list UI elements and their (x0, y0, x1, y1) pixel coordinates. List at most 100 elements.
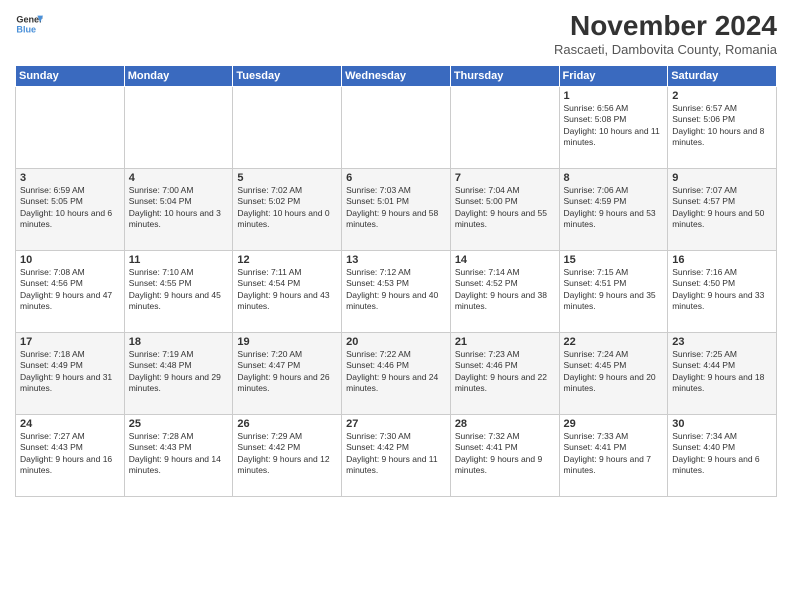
day-number: 13 (346, 254, 446, 266)
page: General Blue November 2024 Rascaeti, Dam… (0, 0, 792, 612)
day-number: 19 (237, 336, 337, 348)
day-number: 15 (564, 254, 664, 266)
calendar-cell: 29Sunrise: 7:33 AMSunset: 4:41 PMDayligh… (559, 415, 668, 497)
day-info: Sunrise: 7:10 AMSunset: 4:55 PMDaylight:… (129, 267, 229, 313)
calendar-row-2: 10Sunrise: 7:08 AMSunset: 4:56 PMDayligh… (16, 251, 777, 333)
calendar-cell (342, 87, 451, 169)
day-number: 21 (455, 336, 555, 348)
day-info: Sunrise: 7:11 AMSunset: 4:54 PMDaylight:… (237, 267, 337, 313)
day-number: 16 (672, 254, 772, 266)
calendar-cell: 21Sunrise: 7:23 AMSunset: 4:46 PMDayligh… (450, 333, 559, 415)
day-number: 18 (129, 336, 229, 348)
day-info: Sunrise: 7:06 AMSunset: 4:59 PMDaylight:… (564, 185, 664, 231)
calendar-cell: 24Sunrise: 7:27 AMSunset: 4:43 PMDayligh… (16, 415, 125, 497)
day-info: Sunrise: 7:22 AMSunset: 4:46 PMDaylight:… (346, 349, 446, 395)
day-info: Sunrise: 7:28 AMSunset: 4:43 PMDaylight:… (129, 431, 229, 477)
day-info: Sunrise: 6:56 AMSunset: 5:08 PMDaylight:… (564, 103, 664, 149)
logo-icon: General Blue (15, 10, 43, 38)
day-number: 17 (20, 336, 120, 348)
weekday-header-row: Sunday Monday Tuesday Wednesday Thursday… (16, 66, 777, 87)
day-info: Sunrise: 7:29 AMSunset: 4:42 PMDaylight:… (237, 431, 337, 477)
calendar-cell (16, 87, 125, 169)
calendar-cell: 16Sunrise: 7:16 AMSunset: 4:50 PMDayligh… (668, 251, 777, 333)
header-thursday: Thursday (450, 66, 559, 87)
day-info: Sunrise: 7:23 AMSunset: 4:46 PMDaylight:… (455, 349, 555, 395)
calendar-row-4: 24Sunrise: 7:27 AMSunset: 4:43 PMDayligh… (16, 415, 777, 497)
day-number: 29 (564, 418, 664, 430)
calendar-table: Sunday Monday Tuesday Wednesday Thursday… (15, 65, 777, 497)
calendar-cell: 5Sunrise: 7:02 AMSunset: 5:02 PMDaylight… (233, 169, 342, 251)
calendar-cell: 4Sunrise: 7:00 AMSunset: 5:04 PMDaylight… (124, 169, 233, 251)
day-number: 25 (129, 418, 229, 430)
day-info: Sunrise: 7:33 AMSunset: 4:41 PMDaylight:… (564, 431, 664, 477)
day-number: 4 (129, 172, 229, 184)
calendar-cell (233, 87, 342, 169)
day-info: Sunrise: 7:25 AMSunset: 4:44 PMDaylight:… (672, 349, 772, 395)
calendar-cell (124, 87, 233, 169)
day-number: 10 (20, 254, 120, 266)
title-block: November 2024 Rascaeti, Dambovita County… (554, 10, 777, 57)
calendar-cell: 28Sunrise: 7:32 AMSunset: 4:41 PMDayligh… (450, 415, 559, 497)
calendar-row-1: 3Sunrise: 6:59 AMSunset: 5:05 PMDaylight… (16, 169, 777, 251)
day-number: 14 (455, 254, 555, 266)
header-saturday: Saturday (668, 66, 777, 87)
day-info: Sunrise: 7:12 AMSunset: 4:53 PMDaylight:… (346, 267, 446, 313)
header-friday: Friday (559, 66, 668, 87)
day-number: 3 (20, 172, 120, 184)
calendar-cell: 12Sunrise: 7:11 AMSunset: 4:54 PMDayligh… (233, 251, 342, 333)
calendar-cell (450, 87, 559, 169)
day-info: Sunrise: 7:34 AMSunset: 4:40 PMDaylight:… (672, 431, 772, 477)
header: General Blue November 2024 Rascaeti, Dam… (15, 10, 777, 57)
calendar-cell: 6Sunrise: 7:03 AMSunset: 5:01 PMDaylight… (342, 169, 451, 251)
day-info: Sunrise: 7:19 AMSunset: 4:48 PMDaylight:… (129, 349, 229, 395)
day-info: Sunrise: 7:15 AMSunset: 4:51 PMDaylight:… (564, 267, 664, 313)
location: Rascaeti, Dambovita County, Romania (554, 42, 777, 57)
calendar-cell: 7Sunrise: 7:04 AMSunset: 5:00 PMDaylight… (450, 169, 559, 251)
day-info: Sunrise: 7:16 AMSunset: 4:50 PMDaylight:… (672, 267, 772, 313)
day-number: 12 (237, 254, 337, 266)
calendar-cell: 2Sunrise: 6:57 AMSunset: 5:06 PMDaylight… (668, 87, 777, 169)
day-number: 8 (564, 172, 664, 184)
calendar-cell: 22Sunrise: 7:24 AMSunset: 4:45 PMDayligh… (559, 333, 668, 415)
day-info: Sunrise: 6:59 AMSunset: 5:05 PMDaylight:… (20, 185, 120, 231)
calendar-cell: 11Sunrise: 7:10 AMSunset: 4:55 PMDayligh… (124, 251, 233, 333)
day-number: 20 (346, 336, 446, 348)
day-info: Sunrise: 7:07 AMSunset: 4:57 PMDaylight:… (672, 185, 772, 231)
day-info: Sunrise: 7:20 AMSunset: 4:47 PMDaylight:… (237, 349, 337, 395)
calendar-cell: 23Sunrise: 7:25 AMSunset: 4:44 PMDayligh… (668, 333, 777, 415)
day-number: 9 (672, 172, 772, 184)
day-number: 1 (564, 90, 664, 102)
month-title: November 2024 (554, 10, 777, 42)
day-number: 24 (20, 418, 120, 430)
header-wednesday: Wednesday (342, 66, 451, 87)
day-number: 30 (672, 418, 772, 430)
day-number: 23 (672, 336, 772, 348)
day-number: 2 (672, 90, 772, 102)
calendar-cell: 8Sunrise: 7:06 AMSunset: 4:59 PMDaylight… (559, 169, 668, 251)
day-info: Sunrise: 7:24 AMSunset: 4:45 PMDaylight:… (564, 349, 664, 395)
calendar-cell: 13Sunrise: 7:12 AMSunset: 4:53 PMDayligh… (342, 251, 451, 333)
day-number: 7 (455, 172, 555, 184)
day-info: Sunrise: 7:03 AMSunset: 5:01 PMDaylight:… (346, 185, 446, 231)
day-number: 22 (564, 336, 664, 348)
header-tuesday: Tuesday (233, 66, 342, 87)
calendar-cell: 15Sunrise: 7:15 AMSunset: 4:51 PMDayligh… (559, 251, 668, 333)
calendar-cell: 14Sunrise: 7:14 AMSunset: 4:52 PMDayligh… (450, 251, 559, 333)
calendar-cell: 17Sunrise: 7:18 AMSunset: 4:49 PMDayligh… (16, 333, 125, 415)
calendar-cell: 18Sunrise: 7:19 AMSunset: 4:48 PMDayligh… (124, 333, 233, 415)
header-sunday: Sunday (16, 66, 125, 87)
day-info: Sunrise: 7:27 AMSunset: 4:43 PMDaylight:… (20, 431, 120, 477)
day-info: Sunrise: 7:02 AMSunset: 5:02 PMDaylight:… (237, 185, 337, 231)
day-number: 6 (346, 172, 446, 184)
header-monday: Monday (124, 66, 233, 87)
calendar-cell: 30Sunrise: 7:34 AMSunset: 4:40 PMDayligh… (668, 415, 777, 497)
calendar-cell: 10Sunrise: 7:08 AMSunset: 4:56 PMDayligh… (16, 251, 125, 333)
calendar-cell: 1Sunrise: 6:56 AMSunset: 5:08 PMDaylight… (559, 87, 668, 169)
calendar-cell: 20Sunrise: 7:22 AMSunset: 4:46 PMDayligh… (342, 333, 451, 415)
day-info: Sunrise: 7:00 AMSunset: 5:04 PMDaylight:… (129, 185, 229, 231)
day-number: 11 (129, 254, 229, 266)
day-info: Sunrise: 6:57 AMSunset: 5:06 PMDaylight:… (672, 103, 772, 149)
logo: General Blue (15, 10, 43, 38)
calendar-cell: 9Sunrise: 7:07 AMSunset: 4:57 PMDaylight… (668, 169, 777, 251)
calendar-row-3: 17Sunrise: 7:18 AMSunset: 4:49 PMDayligh… (16, 333, 777, 415)
